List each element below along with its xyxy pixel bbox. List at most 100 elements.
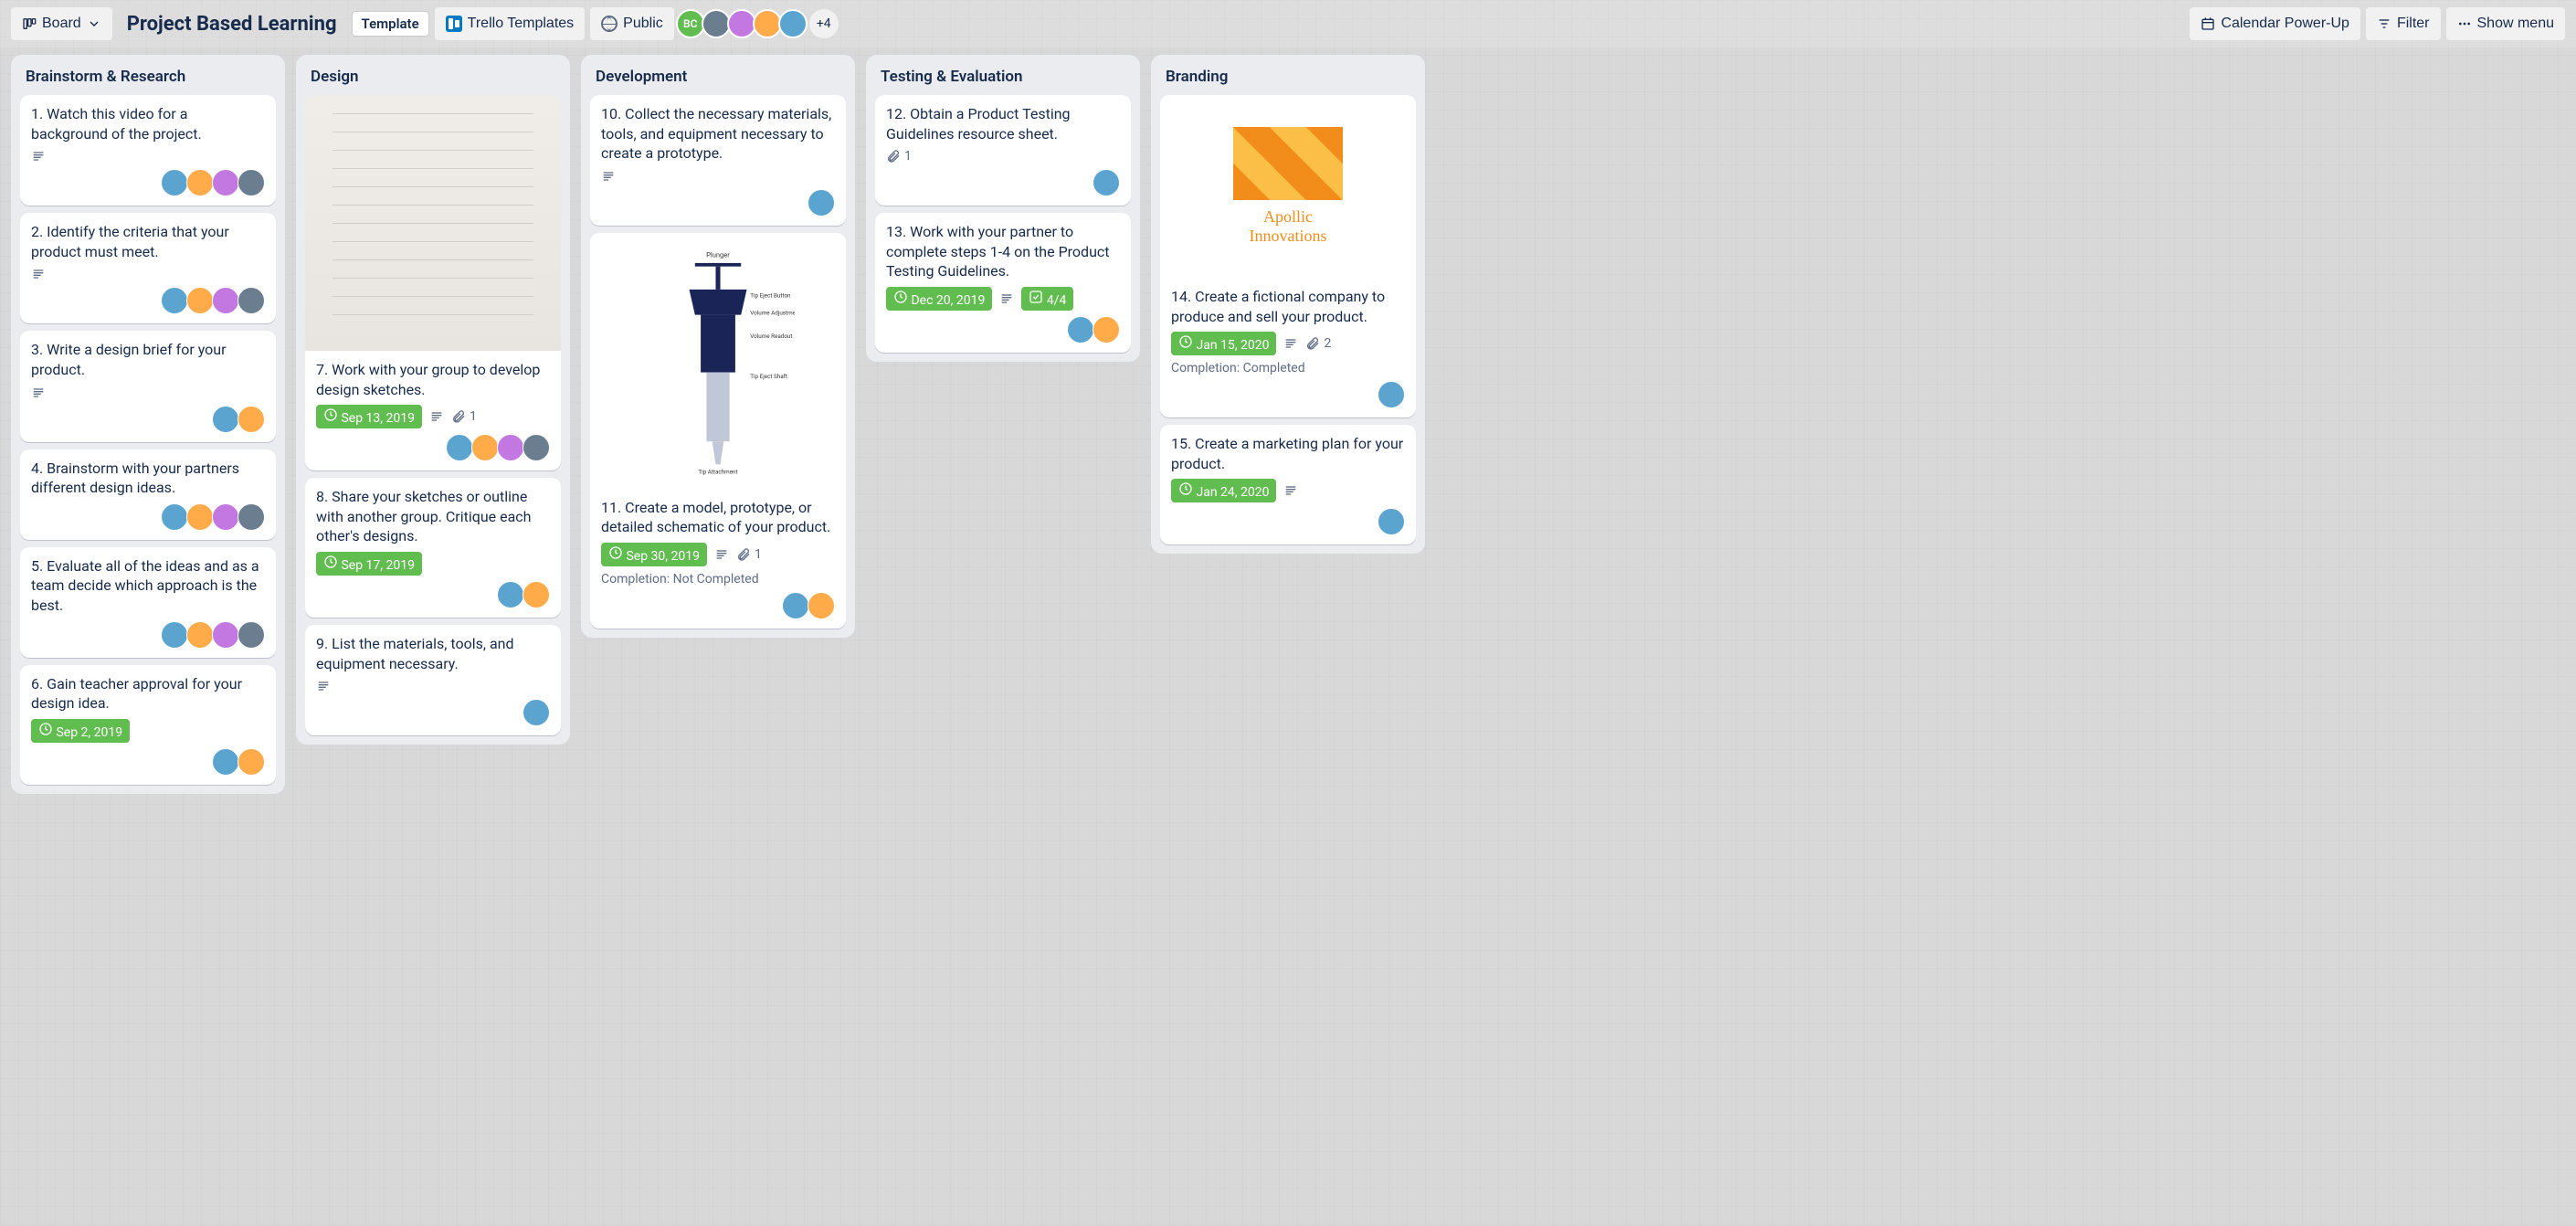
avatar[interactable]: BC xyxy=(676,9,705,38)
avatar[interactable] xyxy=(727,9,756,38)
due-date-badge[interactable]: Sep 13, 2019 xyxy=(316,405,422,428)
card-title: 15. Create a marketing plan for your pro… xyxy=(1171,434,1405,473)
due-date-badge[interactable]: Sep 30, 2019 xyxy=(601,543,707,566)
avatar[interactable] xyxy=(523,581,550,608)
avatar[interactable] xyxy=(161,169,188,196)
board-title[interactable]: Project Based Learning xyxy=(118,13,346,36)
avatar[interactable] xyxy=(523,434,550,461)
card-title: 10. Collect the necessary materials, too… xyxy=(601,104,835,164)
avatar[interactable] xyxy=(186,169,214,196)
avatar[interactable] xyxy=(238,406,265,433)
board-members[interactable]: BC +4 xyxy=(680,9,839,38)
avatar[interactable] xyxy=(212,748,239,776)
card[interactable]: 13. Work with your partner to complete s… xyxy=(875,213,1131,353)
list-title[interactable]: Design xyxy=(305,64,561,88)
card[interactable]: 8. Share your sketches or outline with a… xyxy=(305,478,561,618)
avatar[interactable] xyxy=(161,621,188,649)
avatar[interactable] xyxy=(238,503,265,531)
avatar[interactable] xyxy=(212,621,239,649)
list[interactable]: Design 7. Work with your group to develop… xyxy=(296,55,570,745)
avatar[interactable] xyxy=(497,434,524,461)
avatar[interactable] xyxy=(212,406,239,433)
avatar[interactable] xyxy=(446,434,473,461)
description-badge xyxy=(31,267,46,281)
card[interactable]: 4. Brainstorm with your partners differe… xyxy=(20,449,276,540)
due-date-badge[interactable]: Sep 2, 2019 xyxy=(31,719,130,743)
avatar[interactable] xyxy=(753,9,782,38)
card[interactable]: 1. Watch this video for a background of … xyxy=(20,95,276,206)
description-icon xyxy=(1283,336,1298,351)
list-title[interactable]: Branding xyxy=(1160,64,1416,88)
card[interactable]: ApollicInnovations14. Create a fictional… xyxy=(1160,95,1416,417)
avatar[interactable] xyxy=(523,699,550,726)
avatar[interactable] xyxy=(1067,316,1094,343)
avatar[interactable] xyxy=(778,9,808,38)
avatar[interactable] xyxy=(161,287,188,314)
ellipsis-icon xyxy=(2457,16,2472,31)
svg-text:Volume Readout: Volume Readout xyxy=(750,333,792,340)
avatar[interactable] xyxy=(212,169,239,196)
visibility-button[interactable]: Public xyxy=(590,7,674,40)
card[interactable]: 6. Gain teacher approval for your design… xyxy=(20,665,276,785)
card[interactable]: 12. Obtain a Product Testing Guidelines … xyxy=(875,95,1131,206)
clock-icon xyxy=(1178,481,1193,496)
avatar-more[interactable]: +4 xyxy=(809,9,839,38)
avatar[interactable] xyxy=(186,287,214,314)
card[interactable]: 7. Work with your group to develop desig… xyxy=(305,95,561,470)
avatar[interactable] xyxy=(186,621,214,649)
card[interactable]: PlungerTip Eject ButtonVolume Adjustment… xyxy=(590,233,846,629)
calendar-powerup-button[interactable]: Calendar Power-Up xyxy=(2190,7,2360,40)
description-icon xyxy=(316,679,331,693)
view-switcher-button[interactable]: Board xyxy=(11,7,112,40)
avatar[interactable] xyxy=(238,287,265,314)
list[interactable]: Development 10. Collect the necessary mat… xyxy=(581,55,855,638)
avatar[interactable] xyxy=(212,503,239,531)
due-date-badge[interactable]: Dec 20, 2019 xyxy=(886,287,992,311)
filter-icon xyxy=(2377,16,2391,31)
card-title: 12. Obtain a Product Testing Guidelines … xyxy=(886,104,1120,143)
avatar[interactable] xyxy=(497,581,524,608)
list-title[interactable]: Testing & Evaluation xyxy=(875,64,1131,88)
avatar[interactable] xyxy=(782,592,809,619)
board-canvas[interactable]: Brainstorm & Research 1. Watch this video… xyxy=(0,48,2576,801)
avatar[interactable] xyxy=(1378,508,1405,535)
card-members xyxy=(316,434,550,461)
card[interactable]: 9. List the materials, tools, and equipm… xyxy=(305,625,561,735)
avatar[interactable] xyxy=(1093,169,1120,196)
avatar[interactable] xyxy=(1378,381,1405,408)
card-members xyxy=(31,406,265,433)
due-date-badge[interactable]: Jan 24, 2020 xyxy=(1171,479,1276,502)
filter-label: Filter xyxy=(2397,16,2430,32)
avatar[interactable] xyxy=(186,503,214,531)
list-title[interactable]: Development xyxy=(590,64,846,88)
avatar[interactable] xyxy=(212,287,239,314)
svg-text:Plunger: Plunger xyxy=(706,250,730,259)
avatar[interactable] xyxy=(1093,316,1120,343)
workspace-button[interactable]: Trello Templates xyxy=(435,7,586,40)
list[interactable]: Testing & Evaluation 12. Obtain a Product… xyxy=(866,55,1140,362)
card[interactable]: 15. Create a marketing plan for your pro… xyxy=(1160,425,1416,544)
show-menu-button[interactable]: Show menu xyxy=(2446,7,2566,40)
avatar[interactable] xyxy=(471,434,499,461)
list[interactable]: Brainstorm & Research 1. Watch this video… xyxy=(11,55,285,794)
card-members xyxy=(31,287,265,314)
avatar[interactable] xyxy=(238,621,265,649)
card-members xyxy=(886,169,1120,196)
card[interactable]: 2. Identify the criteria that your produ… xyxy=(20,213,276,323)
avatar[interactable] xyxy=(808,592,835,619)
list[interactable]: Branding ApollicInnovations14. Create a f… xyxy=(1151,55,1425,554)
avatar[interactable] xyxy=(238,748,265,776)
card[interactable]: 5. Evaluate all of the ideas and as a te… xyxy=(20,547,276,658)
card[interactable]: 3. Write a design brief for your product… xyxy=(20,331,276,441)
filter-button[interactable]: Filter xyxy=(2366,7,2441,40)
due-date-badge[interactable]: Jan 15, 2020 xyxy=(1171,332,1276,355)
avatar[interactable] xyxy=(238,169,265,196)
template-badge[interactable]: Template xyxy=(352,11,429,37)
avatar[interactable] xyxy=(808,189,835,217)
avatar[interactable] xyxy=(161,503,188,531)
card[interactable]: 10. Collect the necessary materials, too… xyxy=(590,95,846,226)
due-date-badge[interactable]: Sep 17, 2019 xyxy=(316,552,422,576)
list-title[interactable]: Brainstorm & Research xyxy=(20,64,276,88)
card-title: 3. Write a design brief for your product… xyxy=(31,340,265,379)
avatar[interactable] xyxy=(702,9,731,38)
